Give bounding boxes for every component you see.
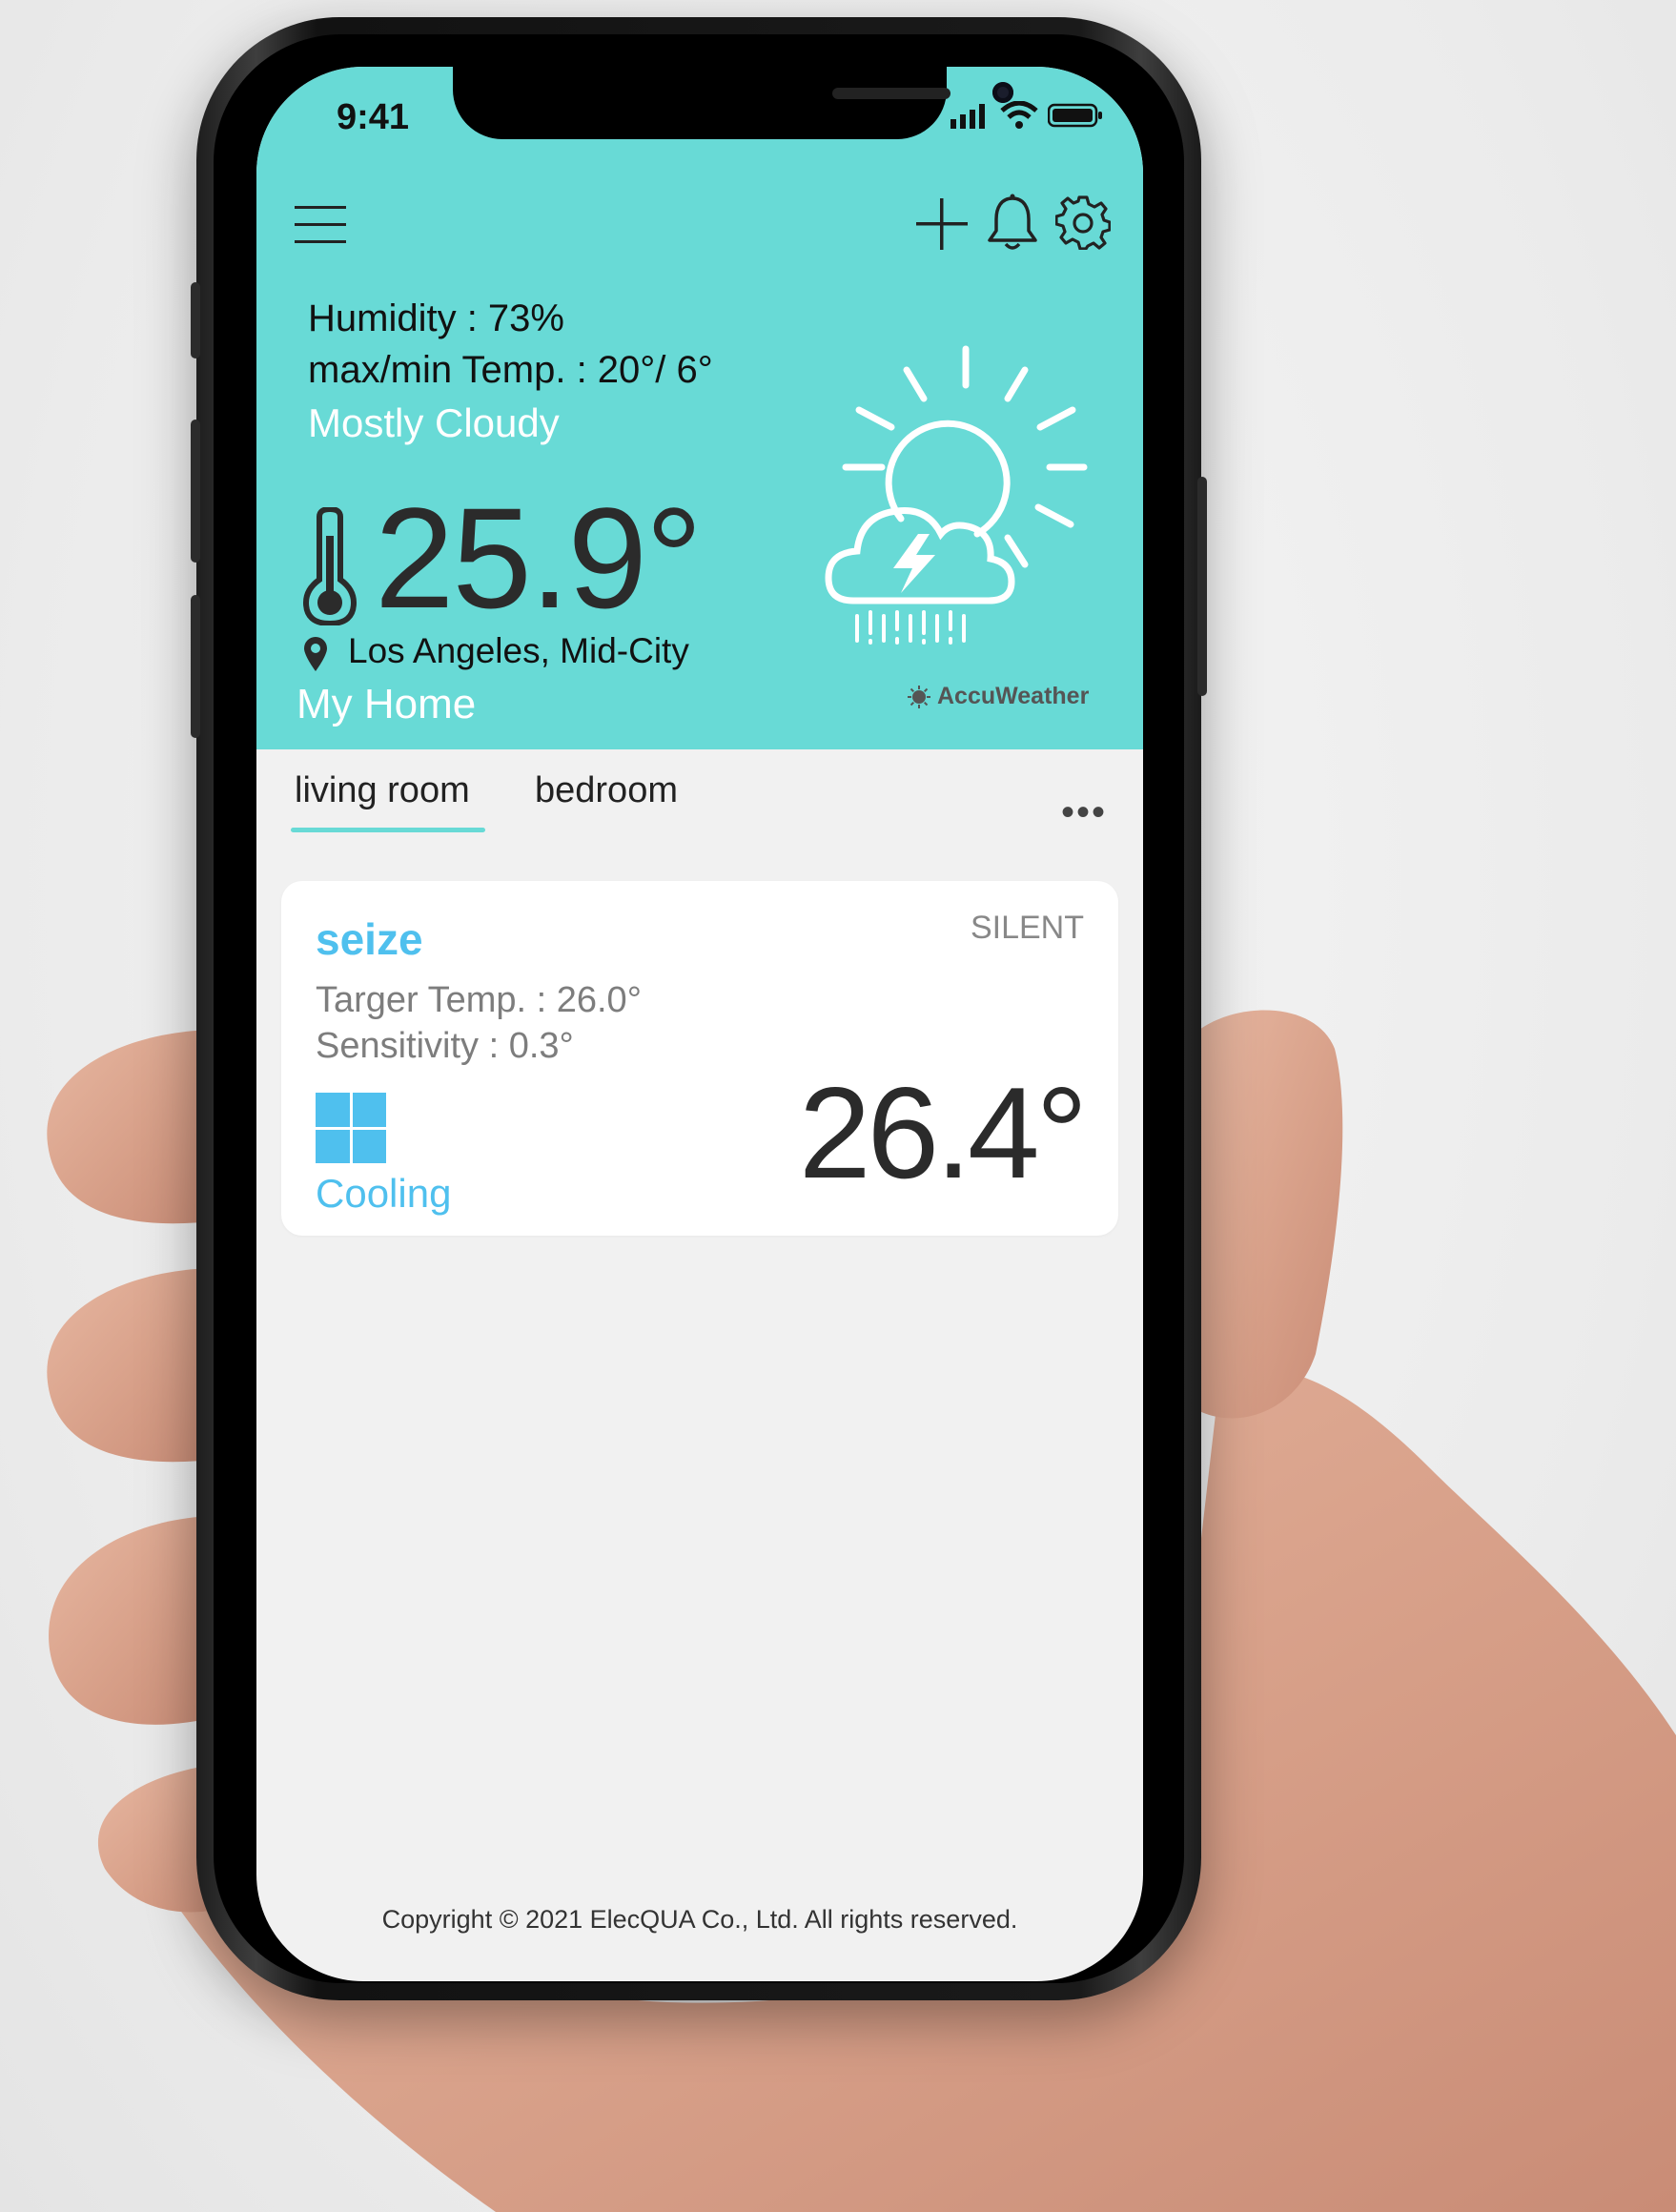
sun-cloud-thunder-rain-icon bbox=[825, 345, 1088, 645]
device-card[interactable]: seize SILENT Targer Temp. : 26.0° Sensit… bbox=[281, 881, 1118, 1236]
tab-living-room[interactable]: living room bbox=[295, 770, 470, 811]
status-icons bbox=[949, 101, 1105, 130]
max-min-temp-text: max/min Temp. : 20°/ 6° bbox=[308, 349, 713, 391]
target-temp-text: Targer Temp. : 26.0° bbox=[316, 980, 642, 1020]
app-screen: 9:41 Humidity : 73% max/min Temp. : 20°/… bbox=[256, 67, 1143, 1981]
current-temperature: 25.9° bbox=[375, 478, 703, 638]
plus-icon[interactable] bbox=[916, 198, 968, 250]
wifi-icon bbox=[1000, 101, 1038, 129]
sensitivity-text: Sensitivity : 0.3° bbox=[316, 1026, 574, 1066]
weather-condition: Mostly Cloudy bbox=[308, 400, 560, 445]
notch bbox=[453, 67, 1013, 139]
signal-icon bbox=[950, 104, 985, 129]
device-mode: SILENT bbox=[970, 910, 1084, 946]
tab-bedroom[interactable]: bedroom bbox=[535, 770, 678, 811]
bell-icon[interactable] bbox=[985, 193, 1040, 254]
active-tab-indicator bbox=[291, 828, 485, 832]
volume-up-button bbox=[191, 420, 200, 563]
hamburger-icon[interactable] bbox=[295, 204, 348, 246]
device-current-temp: 26.4° bbox=[798, 1060, 1088, 1205]
thermometer-icon bbox=[302, 507, 358, 625]
accuweather-logo-icon bbox=[908, 685, 930, 708]
device-name: seize bbox=[316, 914, 423, 964]
location-text: Los Angeles, Mid-City bbox=[348, 631, 689, 670]
power-button bbox=[1197, 477, 1207, 696]
camera bbox=[992, 82, 1013, 103]
device-state: Cooling bbox=[316, 1171, 452, 1216]
home-name[interactable]: My Home bbox=[296, 681, 476, 728]
humidity-text: Humidity : 73% bbox=[308, 297, 564, 339]
status-time: 9:41 bbox=[337, 97, 410, 137]
mute-switch bbox=[191, 282, 200, 358]
speaker bbox=[832, 88, 950, 99]
cooling-status-icon bbox=[316, 1093, 386, 1163]
location-pin-icon bbox=[304, 637, 327, 671]
more-options-icon[interactable]: ••• bbox=[1061, 791, 1107, 834]
room-tabs: living room bedroom bbox=[256, 749, 1143, 854]
accuweather-attribution[interactable]: AccuWeather bbox=[907, 683, 1089, 710]
gear-icon[interactable] bbox=[1055, 195, 1111, 250]
accuweather-label: AccuWeather bbox=[937, 683, 1090, 709]
volume-down-button bbox=[191, 595, 200, 738]
battery-icon bbox=[1048, 103, 1102, 128]
copyright-footer: Copyright © 2021 ElecQUA Co., Ltd. All r… bbox=[381, 1905, 1018, 1934]
